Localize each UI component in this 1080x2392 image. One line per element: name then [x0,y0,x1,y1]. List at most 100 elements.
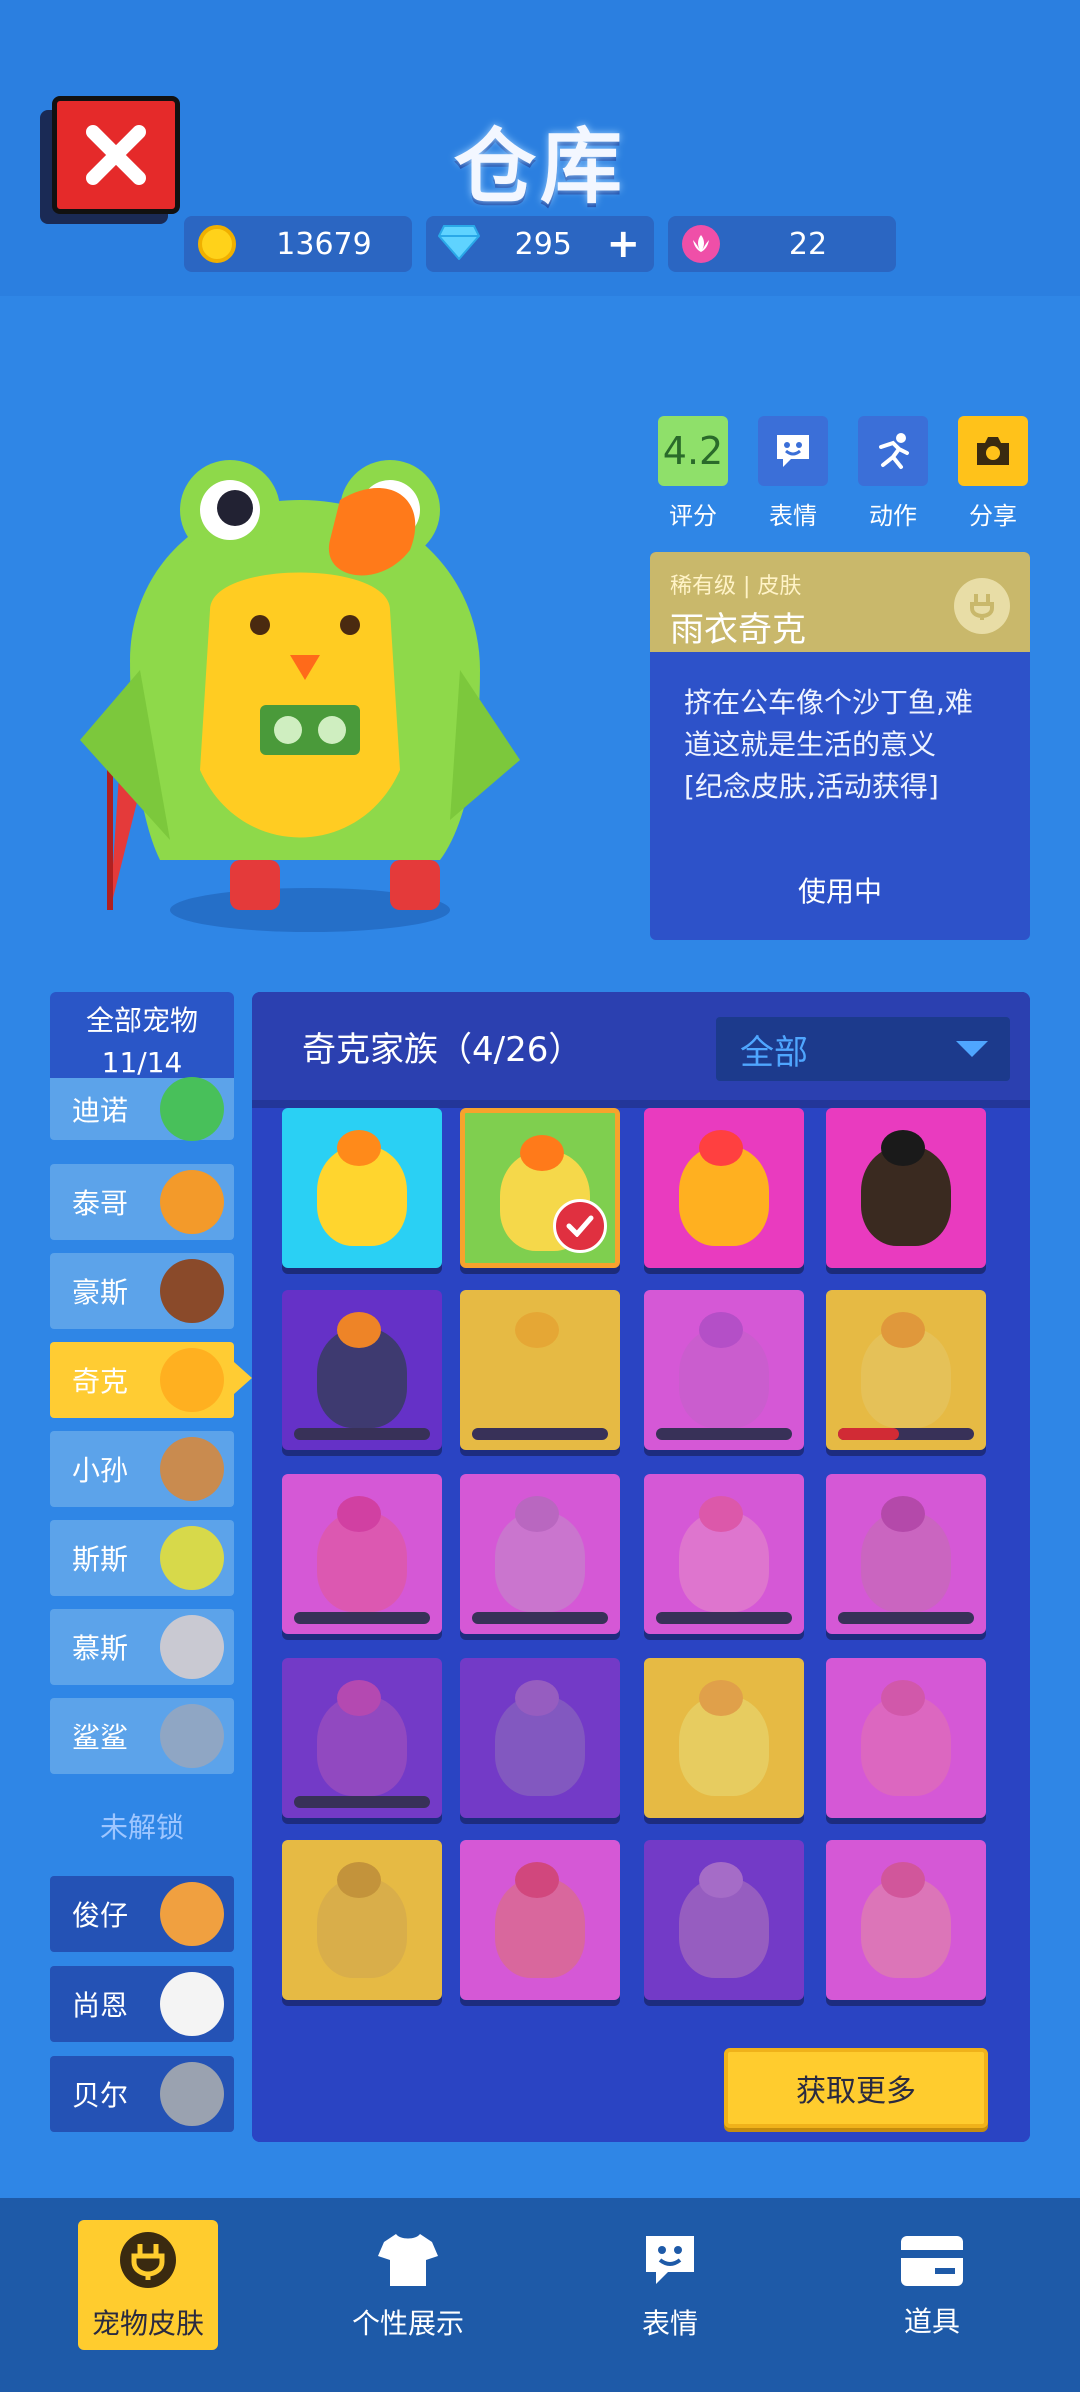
get-more-button[interactable]: 获取更多 [724,2048,988,2128]
pet-item[interactable]: 泰哥 [50,1164,234,1240]
action-label: 动作 [869,502,917,530]
skin-tile[interactable] [644,1658,804,1818]
shirt-icon [378,2234,438,2286]
locked-pet-item[interactable]: 俊仔 [50,1876,234,1952]
skin-tile[interactable] [826,1290,986,1450]
pet-avatar [160,2062,224,2126]
pet-name: 俊仔 [72,1899,129,1932]
filter-dropdown[interactable]: 全部 [716,1017,1010,1081]
skin-grid [252,992,1030,2142]
skin-description-line: 挤在公车像个沙丁鱼,难 [684,686,973,719]
diamond-value: 295 [514,226,572,262]
pet-name: 斯斯 [72,1543,129,1576]
pet-avatar [160,1526,224,1590]
emote-icon [758,416,828,486]
share-button[interactable]: 分享 [958,416,1028,531]
share-label: 分享 [969,502,1017,530]
skin-tuft [881,1862,925,1898]
skin-tile[interactable] [826,1474,986,1634]
pet-avatar [160,1882,224,1946]
skin-tuft [337,1312,381,1348]
skin-progress-bar [472,1428,608,1440]
emote-icon [646,2236,694,2284]
skin-tile[interactable] [460,1474,620,1634]
diamond-balance[interactable]: 295 + [426,216,654,272]
skin-panel: 奇克家族（4/26） 全部 [252,992,1030,2142]
filter-value: 全部 [740,1032,808,1073]
pet-item[interactable]: 鲨鲨 [50,1698,234,1774]
action-button[interactable]: 动作 [858,416,928,531]
diamond-icon [437,224,481,264]
pet-name: 奇克 [72,1365,129,1398]
page-title: 仓库 [453,120,626,215]
skin-tile[interactable] [826,1840,986,2000]
skin-tile[interactable] [282,1290,442,1450]
nav-label: 宠物皮肤 [91,2307,204,2340]
skin-rarity: 稀有级 | 皮肤 [670,574,802,599]
pet-item[interactable]: 奇克 [50,1342,234,1418]
skin-tuft [515,1862,559,1898]
rating-label: 评分 [669,502,717,530]
skin-tuft [699,1312,743,1348]
locked-pet-item[interactable]: 尚恩 [50,1966,234,2042]
flower-token-icon [682,225,720,263]
skin-tile[interactable] [826,1108,986,1268]
skin-tuft [337,1496,381,1532]
skin-tuft [520,1135,564,1171]
pet-item[interactable]: 豪斯 [50,1253,234,1329]
skin-progress-bar [294,1428,430,1440]
add-diamond-button[interactable]: + [606,221,640,267]
skin-description-line: 道这就是生活的意义 [684,728,937,761]
skin-progress-bar [838,1612,974,1624]
skin-info-card: 稀有级 | 皮肤 雨衣奇克 挤在公车像个沙丁鱼,难 道这就是生活的意义 [纪念皮… [650,552,1030,940]
skin-tile[interactable] [460,1290,620,1450]
skin-progress-bar [656,1612,792,1624]
skin-tile[interactable] [282,1108,442,1268]
skin-tile[interactable] [644,1840,804,2000]
skin-tile[interactable] [460,1658,620,1818]
nav-label: 道具 [903,2305,960,2338]
pet-name: 尚恩 [72,1989,129,2022]
nav-pet-skin[interactable]: 宠物皮肤 [78,2220,218,2350]
skin-tile[interactable] [644,1108,804,1268]
pet-avatar [160,1615,224,1679]
pet-item[interactable]: 慕斯 [50,1609,234,1685]
skin-tuft [699,1862,743,1898]
action-icon [858,416,928,486]
skin-tile[interactable] [644,1474,804,1634]
skin-tuft [881,1496,925,1532]
pet-name: 慕斯 [72,1632,129,1665]
pet-skin-icon [954,578,1010,634]
pet-avatar [160,1259,224,1323]
skin-tile[interactable] [460,1108,620,1268]
skin-tile[interactable] [644,1290,804,1450]
nav-emote[interactable]: 表情 [600,2220,740,2350]
skin-tile[interactable] [282,1840,442,2000]
skin-progress-bar [656,1428,792,1440]
close-icon [86,125,146,185]
close-button[interactable] [40,96,180,226]
emote-button[interactable]: 表情 [758,416,828,531]
coin-balance: 13679 [184,216,412,272]
family-label: 奇克家族（4/26） [302,1030,583,1070]
skin-tuft [699,1680,743,1716]
skin-description-line: [纪念皮肤,活动获得] [684,770,939,803]
locked-section-label: 未解锁 [99,1811,184,1844]
skin-tile[interactable] [282,1474,442,1634]
pet-item[interactable]: 迪诺 [50,1077,234,1141]
skin-tile[interactable] [282,1658,442,1818]
pet-name: 贝尔 [72,2079,129,2112]
rating-button[interactable]: 4.2 评分 [658,416,728,531]
pet-avatar [160,1348,224,1412]
skin-tile[interactable] [826,1658,986,1818]
pet-item[interactable]: 斯斯 [50,1520,234,1596]
skin-tuft [515,1680,559,1716]
skin-tile[interactable] [460,1840,620,2000]
nav-label: 个性展示 [351,2307,464,2340]
pet-name: 鲨鲨 [72,1721,129,1754]
locked-pet-item[interactable]: 贝尔 [50,2056,234,2132]
nav-items[interactable]: 道具 [862,2220,1002,2350]
nav-showcase[interactable]: 个性展示 [338,2220,478,2350]
character-preview[interactable] [60,440,540,940]
pet-item[interactable]: 小孙 [50,1431,234,1507]
